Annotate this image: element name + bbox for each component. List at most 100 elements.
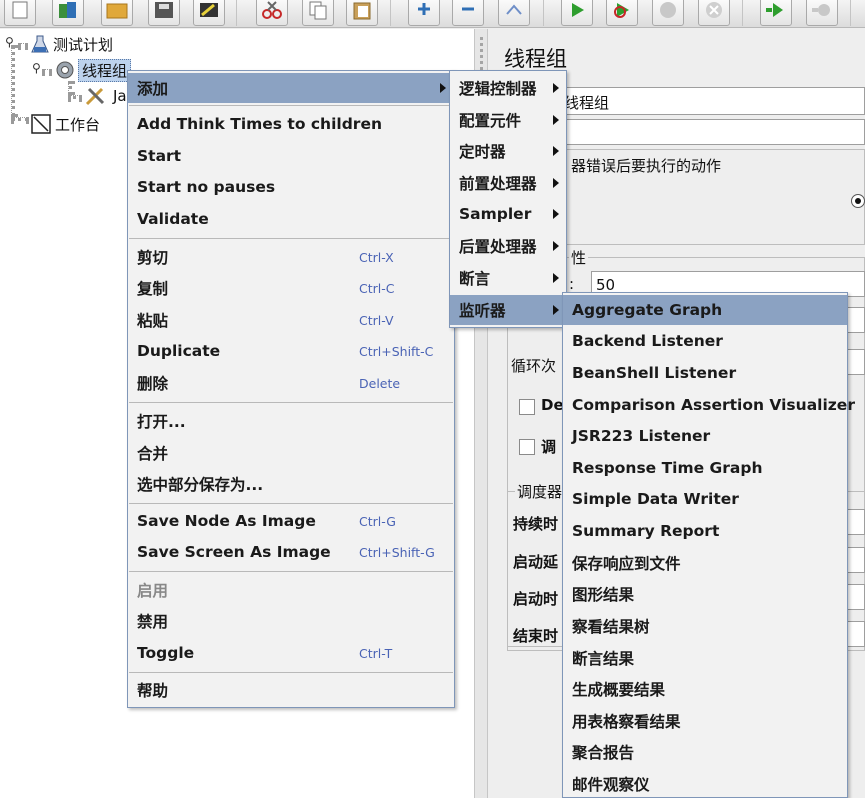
listener-item[interactable]: JSR223 Listener xyxy=(563,421,847,451)
cut-icon[interactable] xyxy=(256,0,288,26)
tree-node-label: 测试计划 xyxy=(53,35,114,54)
listener-item[interactable]: 图形结果 xyxy=(563,579,847,609)
submenu-arrow-icon xyxy=(553,209,559,219)
wrench-icon xyxy=(85,87,105,106)
menu-item-help[interactable]: 帮助 xyxy=(128,675,454,705)
gear-icon xyxy=(56,61,74,79)
scheduler-checkbox[interactable] xyxy=(519,439,535,455)
toolbar xyxy=(0,0,865,28)
menu-item-copy[interactable]: 复制 Ctrl-C xyxy=(128,273,454,303)
submenu-arrow-icon xyxy=(553,241,559,251)
listener-item[interactable]: Backend Listener xyxy=(563,326,847,356)
expand-icon[interactable] xyxy=(408,0,440,26)
listener-item[interactable]: 邮件观察仪 xyxy=(563,769,847,798)
open-folder-icon[interactable] xyxy=(101,0,133,26)
listener-item[interactable]: Comparison Assertion Visualizer xyxy=(563,390,855,420)
tree-node-label: 工作台 xyxy=(55,115,101,134)
submenu-item-assertion[interactable]: 断言 xyxy=(450,263,566,293)
menu-item-toggle[interactable]: Toggle Ctrl-T xyxy=(128,638,454,668)
remote-start-icon[interactable] xyxy=(760,0,792,26)
submenu-item-post-processor[interactable]: 后置处理器 xyxy=(450,231,566,261)
toggle-icon[interactable] xyxy=(498,0,530,26)
startup-delay-label: 启动延 xyxy=(513,553,559,571)
tree-node-thread-group[interactable]: 线程组 xyxy=(54,58,132,82)
listener-item[interactable]: Simple Data Writer xyxy=(563,484,847,514)
remote-stop-icon[interactable] xyxy=(806,0,838,26)
add-submenu: 逻辑控制器 配置元件 定时器 前置处理器 Sampler 后置处理器 断言 监听… xyxy=(449,70,567,328)
name-field[interactable]: 线程组 xyxy=(559,87,865,115)
templates-icon[interactable] xyxy=(52,0,84,26)
shutdown-icon[interactable] xyxy=(698,0,730,26)
collapse-toggle-icon[interactable]: ⚲ xyxy=(5,35,14,49)
context-menu: 添加 Add Think Times to children Start Sta… xyxy=(127,70,455,708)
menu-item-open[interactable]: 打开... xyxy=(128,406,454,436)
menu-item-merge[interactable]: 合并 xyxy=(128,438,454,468)
submenu-item-timer[interactable]: 定时器 xyxy=(450,136,566,166)
listener-item[interactable]: 察看结果树 xyxy=(563,611,847,641)
stop-icon[interactable] xyxy=(652,0,684,26)
menu-item-add-think-times[interactable]: Add Think Times to children xyxy=(128,109,454,139)
menu-item-cut[interactable]: 剪切 Ctrl-X xyxy=(128,242,454,272)
menu-item-delete[interactable]: 删除 Delete xyxy=(128,368,454,398)
menu-item-start-no-pauses[interactable]: Start no pauses xyxy=(128,172,454,202)
submenu-arrow-icon xyxy=(553,178,559,188)
tree-node-sampler[interactable]: Ja xyxy=(84,85,130,107)
menu-item-validate[interactable]: Validate xyxy=(128,204,454,234)
save-icon[interactable] xyxy=(148,0,180,26)
submenu-item-listener[interactable]: 监听器 xyxy=(450,295,566,325)
listener-item[interactable]: 聚合报告 xyxy=(563,737,847,767)
tree-node-label: 线程组 xyxy=(78,58,132,82)
start-time-label: 启动时 xyxy=(513,590,559,608)
menu-item-duplicate[interactable]: Duplicate Ctrl+Shift-C xyxy=(128,336,454,366)
listener-item[interactable]: 生成概要结果 xyxy=(563,674,847,704)
submenu-arrow-icon xyxy=(553,305,559,315)
tree-node-workbench[interactable]: 工作台 xyxy=(30,113,103,135)
menu-item-paste[interactable]: 粘贴 Ctrl-V xyxy=(128,305,454,335)
listener-item[interactable]: 用表格察看结果 xyxy=(563,706,847,736)
listener-item[interactable]: BeanShell Listener xyxy=(563,358,847,388)
submenu-item-logic-controller[interactable]: 逻辑控制器 xyxy=(450,73,566,103)
listener-item[interactable]: 保存响应到文件 xyxy=(563,548,847,578)
submenu-arrow-icon xyxy=(553,146,559,156)
submenu-arrow-icon xyxy=(553,83,559,93)
menu-item-enable: 启用 xyxy=(137,582,169,600)
scheduler-checkbox-label: 调 xyxy=(541,438,557,456)
test-plan-icon xyxy=(31,35,49,53)
menu-item-start[interactable]: Start xyxy=(128,141,454,171)
submenu-item-config-element[interactable]: 配置元件 xyxy=(450,105,566,135)
submenu-item-sampler[interactable]: Sampler xyxy=(450,199,566,229)
delay-thread-checkbox[interactable] xyxy=(519,399,535,415)
start-no-pauses-icon[interactable] xyxy=(606,0,638,26)
collapse-icon[interactable] xyxy=(452,0,484,26)
loop-count-label: 循环次 xyxy=(511,357,557,375)
menu-item-add[interactable]: 添加 xyxy=(128,73,454,103)
error-action-label: 器错误后要执行的动作 xyxy=(569,155,724,176)
workbench-icon xyxy=(31,114,51,134)
copy-icon[interactable] xyxy=(302,0,334,26)
menu-item-save-selection-as[interactable]: 选中部分保存为... xyxy=(128,469,454,499)
listener-item[interactable]: Aggregate Graph xyxy=(563,295,847,325)
scheduler-config-label: 调度器 xyxy=(515,481,565,502)
duration-label: 持续时 xyxy=(513,515,559,533)
tree-node-test-plan[interactable]: 测试计划 xyxy=(30,33,116,55)
menu-item-save-node-as-image[interactable]: Save Node As Image Ctrl-G xyxy=(128,506,454,536)
collapse-toggle-icon[interactable]: ⚲ xyxy=(32,61,41,75)
threads-label: : xyxy=(569,275,575,293)
comments-field[interactable] xyxy=(559,119,865,145)
submenu-arrow-icon xyxy=(440,83,446,93)
menu-item-save-screen-as-image[interactable]: Save Screen As Image Ctrl+Shift-G xyxy=(128,537,454,567)
clear-icon[interactable] xyxy=(193,0,225,26)
delay-thread-label: De xyxy=(541,396,564,414)
panel-title: 线程组 xyxy=(504,47,567,71)
menu-item-disable[interactable]: 禁用 xyxy=(128,606,454,636)
listener-item[interactable]: Response Time Graph xyxy=(563,453,847,483)
submenu-item-pre-processor[interactable]: 前置处理器 xyxy=(450,168,566,198)
listener-item[interactable]: 断言结果 xyxy=(563,643,847,673)
listener-item[interactable]: Summary Report xyxy=(563,516,847,546)
end-time-label: 结束时 xyxy=(513,627,559,645)
submenu-arrow-icon xyxy=(553,273,559,283)
paste-icon[interactable] xyxy=(346,0,378,26)
start-icon[interactable] xyxy=(561,0,593,26)
continue-radio[interactable] xyxy=(851,194,865,208)
new-icon[interactable] xyxy=(4,0,36,26)
